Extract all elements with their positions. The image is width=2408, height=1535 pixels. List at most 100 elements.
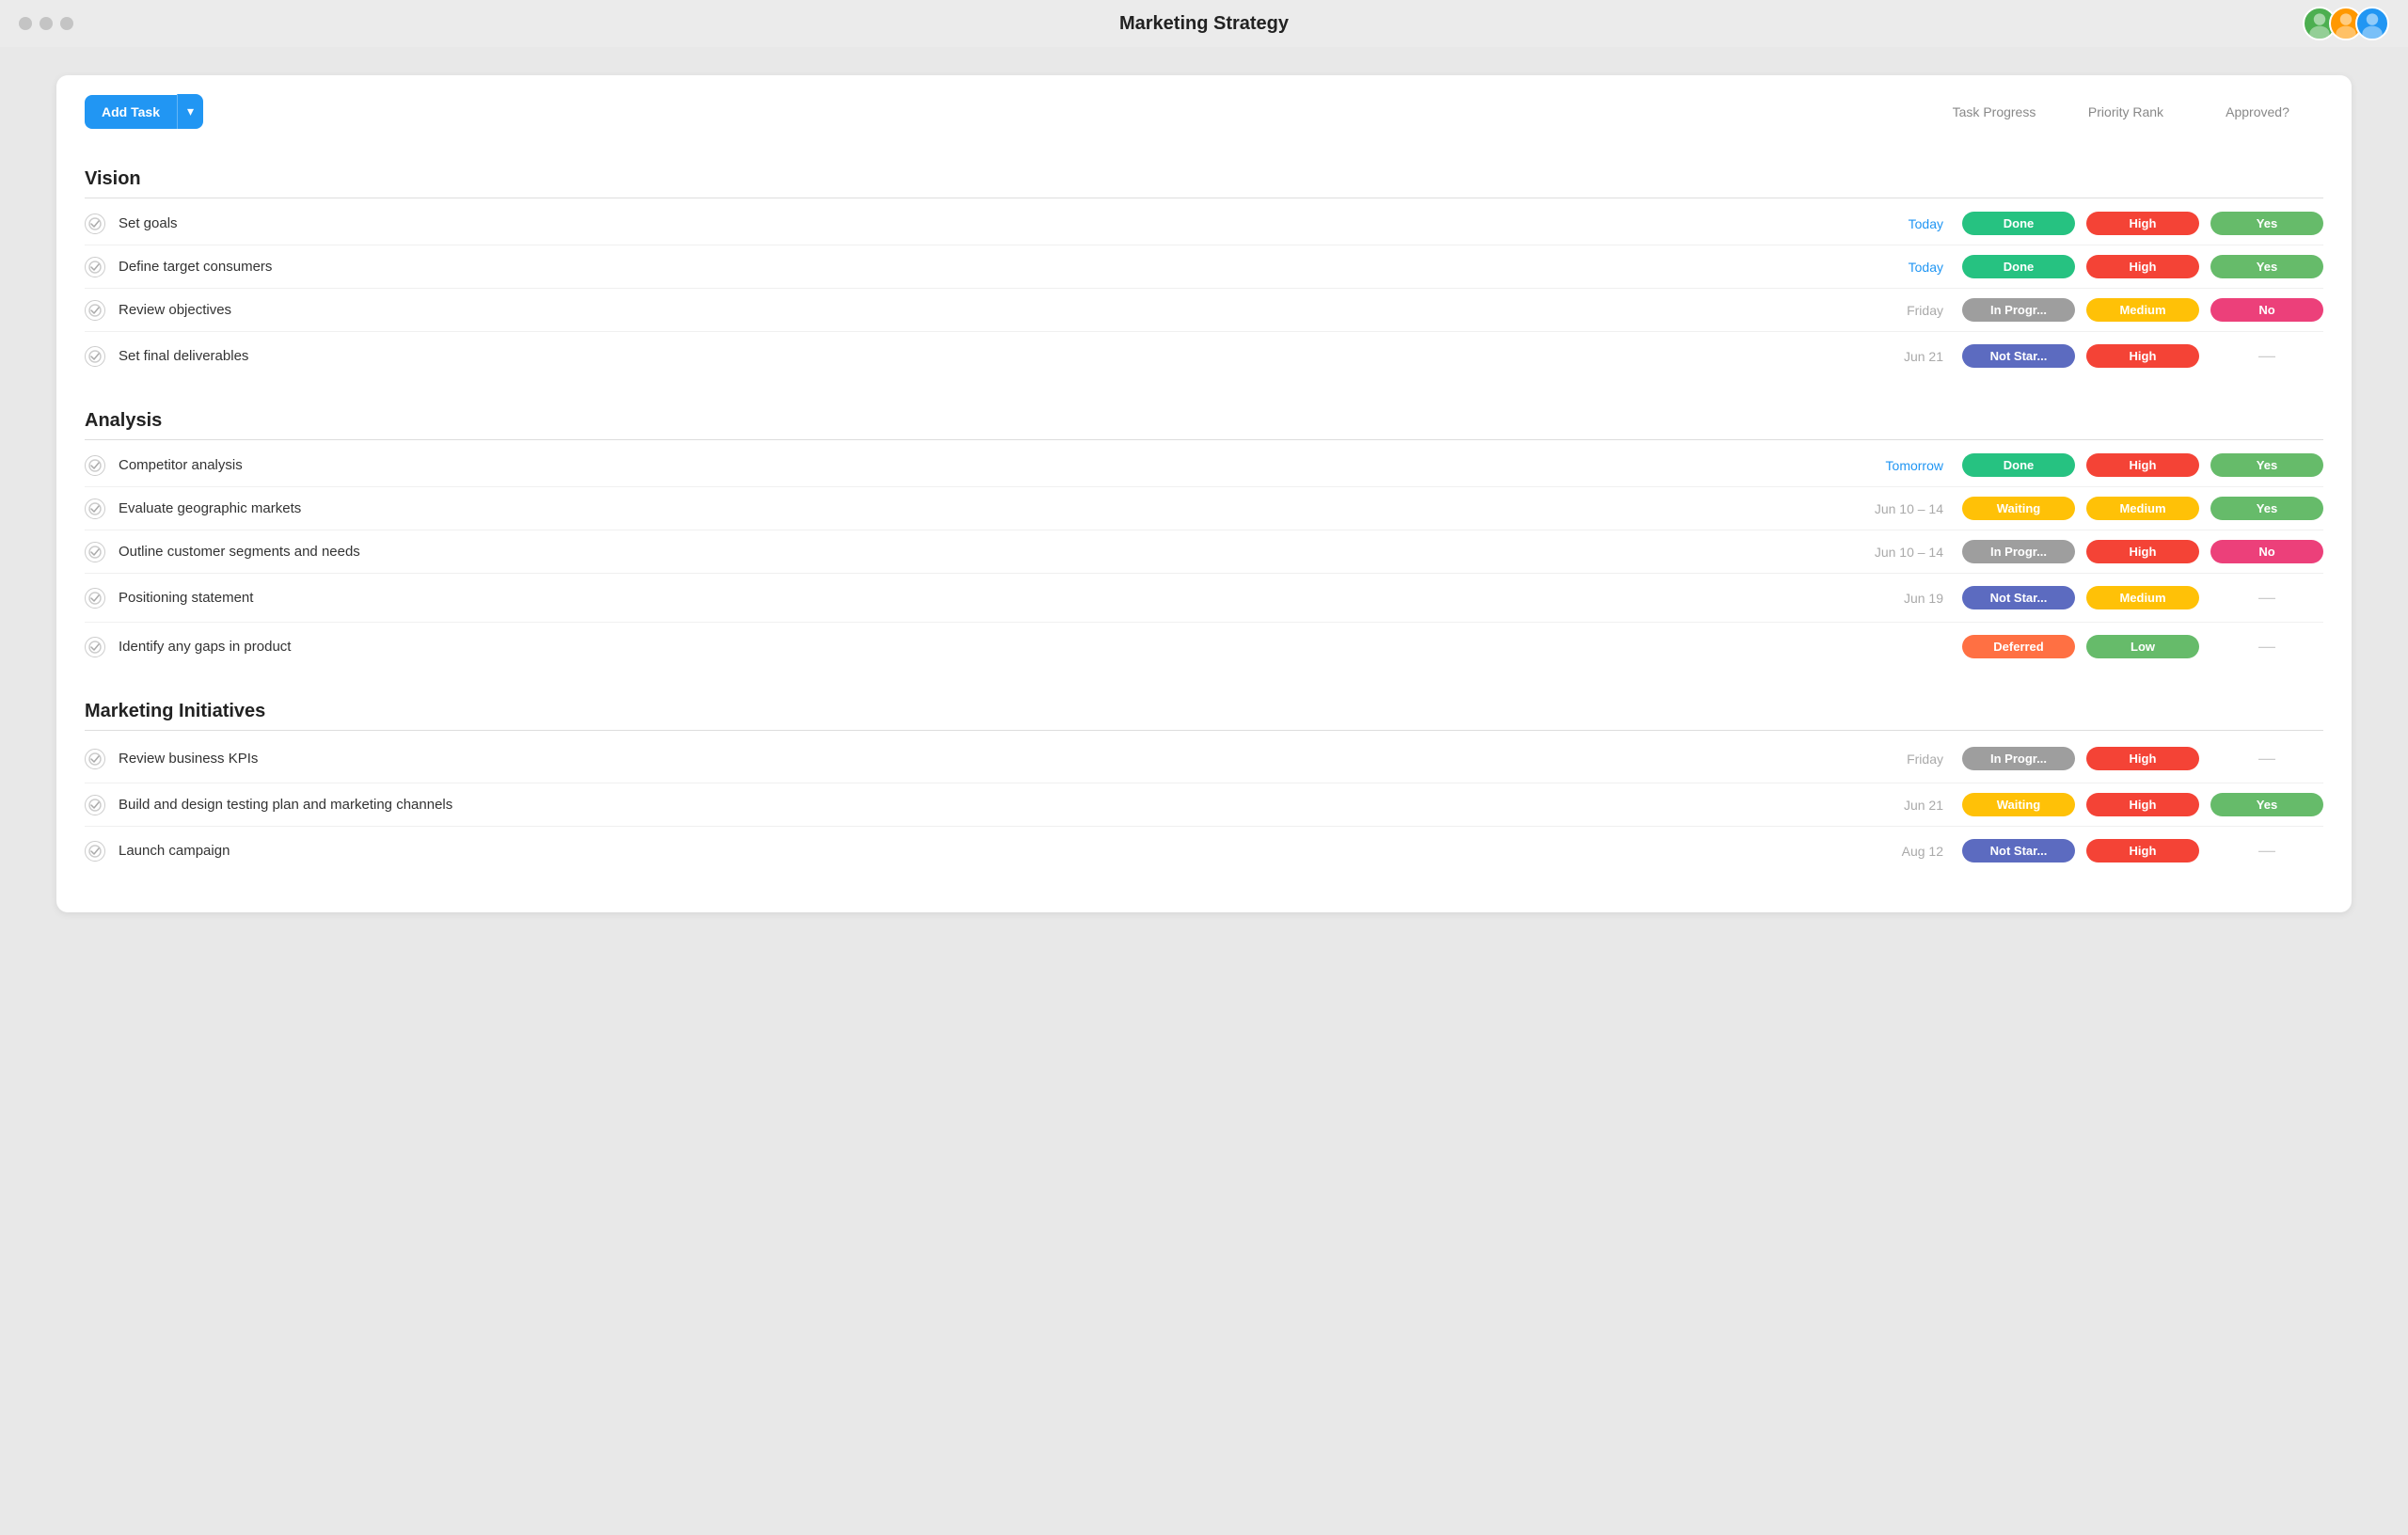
task-progress-badge[interactable]: Waiting	[1962, 497, 2075, 520]
task-priority-badge[interactable]: High	[2086, 747, 2199, 770]
add-task-button[interactable]: Add Task	[85, 95, 177, 129]
task-priority-badge[interactable]: Medium	[2086, 586, 2199, 609]
task-date: Jun 21	[1830, 349, 1943, 364]
task-progress-badge[interactable]: Waiting	[1962, 793, 2075, 816]
task-priority-badge[interactable]: High	[2086, 212, 2199, 235]
task-date: Jun 10 – 14	[1830, 501, 1943, 516]
section-header-0: Vision	[85, 157, 2323, 198]
task-priority-badge[interactable]: High	[2086, 453, 2199, 477]
task-checkbox-icon[interactable]	[85, 588, 105, 609]
add-task-dropdown-button[interactable]: ▾	[177, 94, 203, 129]
traffic-light-close[interactable]	[19, 17, 32, 30]
task-row[interactable]: Set final deliverablesJun 21 Not Star... H…	[85, 332, 2323, 380]
task-checkbox-icon[interactable]	[85, 795, 105, 815]
task-approved-badge[interactable]: Yes	[2210, 255, 2323, 278]
task-approved-badge[interactable]: —	[2210, 583, 2323, 612]
task-checkbox-icon[interactable]	[85, 542, 105, 562]
task-approved-badge[interactable]: Yes	[2210, 212, 2323, 235]
task-row[interactable]: Review objectivesFridayIn Progr...Medium…	[85, 289, 2323, 332]
task-priority-badge[interactable]: Medium	[2086, 497, 2199, 520]
task-priority-badge[interactable]: High	[2086, 839, 2199, 862]
toolbar: Add Task ▾ Task Progress Priority Rank A…	[85, 94, 2323, 138]
task-checkbox-icon[interactable]	[85, 300, 105, 321]
traffic-light-minimize[interactable]	[40, 17, 53, 30]
task-progress-badge[interactable]: Not Star...	[1962, 839, 2075, 862]
task-checkbox-icon[interactable]	[85, 749, 105, 769]
task-row[interactable]: Identify any gaps in productDeferredLow—	[85, 623, 2323, 671]
task-progress-badge[interactable]: Deferred	[1962, 635, 2075, 658]
task-progress-badge[interactable]: Not Star...	[1962, 344, 2075, 368]
task-row[interactable]: Set goalsTodayDoneHighYes	[85, 202, 2323, 245]
avatar-3[interactable]	[2355, 7, 2389, 40]
task-meta: Not Star... Medium —	[1962, 583, 2323, 612]
page-title: Marketing Strategy	[1119, 13, 1289, 35]
task-priority-badge[interactable]: Low	[2086, 635, 2199, 658]
task-row[interactable]: Evaluate geographic marketsJun 10 – 14 Wa…	[85, 487, 2323, 530]
task-approved-badge[interactable]: —	[2210, 632, 2323, 661]
task-progress-badge[interactable]: Not Star...	[1962, 586, 2075, 609]
task-row[interactable]: Launch campaignAug 12 Not Star... High —	[85, 827, 2323, 875]
task-priority-badge[interactable]: High	[2086, 255, 2199, 278]
task-progress-badge[interactable]: In Progr...	[1962, 540, 2075, 563]
task-name: Build and design testing plan and market…	[119, 797, 1830, 813]
task-priority-badge[interactable]: High	[2086, 344, 2199, 368]
task-progress-badge[interactable]: Done	[1962, 212, 2075, 235]
task-name: Outline customer segments and needs	[119, 544, 1830, 560]
task-name: Launch campaign	[119, 843, 1830, 859]
task-name: Competitor analysis	[119, 457, 1830, 473]
sections-container: VisionSet goalsTodayDoneHighYesDefine ta…	[85, 157, 2323, 875]
task-progress-badge[interactable]: In Progr...	[1962, 747, 2075, 770]
task-row[interactable]: Build and design testing plan and market…	[85, 783, 2323, 827]
task-priority-badge[interactable]: High	[2086, 793, 2199, 816]
task-approved-badge[interactable]: No	[2210, 298, 2323, 322]
task-row[interactable]: Outline customer segments and needsJun 1…	[85, 530, 2323, 574]
section-2: Marketing InitiativesReview business KPI…	[85, 689, 2323, 875]
task-approved-badge[interactable]: —	[2210, 341, 2323, 371]
task-checkbox-icon[interactable]	[85, 214, 105, 234]
task-checkbox-icon[interactable]	[85, 346, 105, 367]
task-approved-badge[interactable]: Yes	[2210, 453, 2323, 477]
task-meta: Not Star... High —	[1962, 341, 2323, 371]
task-date: Friday	[1830, 752, 1943, 767]
task-checkbox-icon[interactable]	[85, 455, 105, 476]
traffic-light-maximize[interactable]	[60, 17, 73, 30]
task-meta: Waiting High Yes	[1962, 793, 2323, 816]
task-meta: Deferred Low —	[1962, 632, 2323, 661]
task-meta: Waiting Medium Yes	[1962, 497, 2323, 520]
task-checkbox-icon[interactable]	[85, 257, 105, 277]
avatar-group	[2303, 7, 2389, 40]
task-checkbox-icon[interactable]	[85, 498, 105, 519]
task-name: Evaluate geographic markets	[119, 500, 1830, 516]
section-header-1: Analysis	[85, 399, 2323, 440]
col-header-priority: Priority Rank	[2060, 104, 2192, 119]
task-progress-badge[interactable]: Done	[1962, 255, 2075, 278]
task-progress-badge[interactable]: In Progr...	[1962, 298, 2075, 322]
section-title-2: Marketing Initiatives	[85, 701, 265, 722]
task-approved-badge[interactable]: Yes	[2210, 497, 2323, 520]
task-checkbox-icon[interactable]	[85, 841, 105, 862]
task-row[interactable]: Define target consumersTodayDoneHighYes	[85, 245, 2323, 289]
task-approved-badge[interactable]: No	[2210, 540, 2323, 563]
task-checkbox-icon[interactable]	[85, 637, 105, 657]
task-meta: Not Star... High —	[1962, 836, 2323, 865]
page-title-area: Marketing Strategy	[1119, 13, 1289, 35]
task-approved-badge[interactable]: —	[2210, 744, 2323, 773]
task-row[interactable]: Competitor analysisTomorrowDoneHighYes	[85, 444, 2323, 487]
column-headers: Task Progress Priority Rank Approved?	[1928, 104, 2323, 119]
task-priority-badge[interactable]: Medium	[2086, 298, 2199, 322]
task-meta: In Progr... High No	[1962, 540, 2323, 563]
task-date: Today	[1830, 216, 1943, 231]
task-meta: Done High Yes	[1962, 212, 2323, 235]
task-name: Define target consumers	[119, 259, 1830, 275]
task-row[interactable]: Review business KPIsFridayIn Progr...Hig…	[85, 735, 2323, 783]
task-priority-badge[interactable]: High	[2086, 540, 2199, 563]
task-date: Jun 10 – 14	[1830, 545, 1943, 560]
task-progress-badge[interactable]: Done	[1962, 453, 2075, 477]
task-approved-badge[interactable]: Yes	[2210, 793, 2323, 816]
task-date: Aug 12	[1830, 844, 1943, 859]
task-approved-badge[interactable]: —	[2210, 836, 2323, 865]
task-row[interactable]: Positioning statementJun 19Not Star...Me…	[85, 574, 2323, 623]
col-header-approved: Approved?	[2192, 104, 2323, 119]
add-task-btn-group: Add Task ▾	[85, 94, 203, 129]
task-name: Set final deliverables	[119, 348, 1830, 364]
